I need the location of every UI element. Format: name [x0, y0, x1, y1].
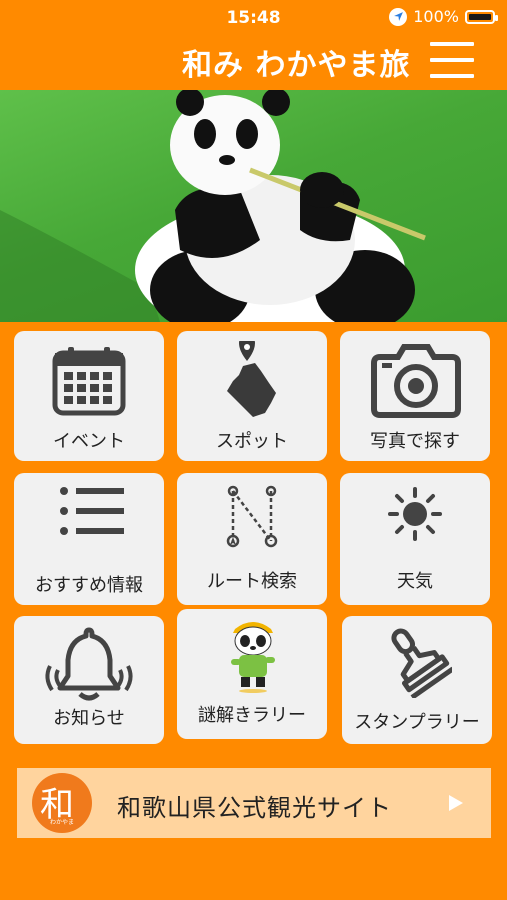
wakayama-logo: 和 わかやま — [32, 773, 92, 833]
route-search-label: ルート検索 — [207, 571, 297, 592]
stamp-rally-label: スタンプラリー — [354, 712, 480, 733]
stamp-icon — [391, 628, 452, 698]
battery-percent: 100% — [413, 7, 459, 26]
event-button[interactable]: イベント — [14, 331, 164, 461]
logo-subtext: わかやま — [50, 819, 75, 826]
official-site-label: 和歌山県公式観光サイト — [117, 794, 392, 822]
mystery-rally-button[interactable]: 謎解きラリー — [177, 609, 327, 739]
hero-panda-image — [0, 90, 507, 322]
map-pin-icon — [227, 341, 276, 417]
event-label: イベント — [53, 431, 125, 452]
calendar-icon — [52, 347, 126, 416]
battery-icon — [465, 9, 498, 24]
notice-button[interactable]: お知らせ — [14, 616, 164, 744]
spot-label: スポット — [216, 431, 288, 452]
notice-label: お知らせ — [53, 708, 125, 729]
recommend-button[interactable]: おすすめ情報 — [14, 473, 164, 605]
menu-hamburger-icon[interactable] — [430, 42, 474, 82]
recommend-label: おすすめ情報 — [35, 575, 143, 596]
route-icon — [226, 485, 278, 548]
bell-icon — [45, 627, 133, 701]
official-site-banner[interactable]: 和 わかやま 和歌山県公式観光サイト — [17, 768, 491, 838]
list-icon — [60, 487, 124, 535]
status-right: 100% — [389, 7, 498, 26]
photo-search-button[interactable]: 写真で探す — [340, 331, 490, 461]
panda-mascot-icon — [231, 622, 275, 693]
camera-icon — [371, 344, 461, 418]
mystery-rally-label: 謎解きラリー — [198, 705, 306, 726]
app-title: 和み わかやま旅 — [182, 48, 411, 83]
sun-icon — [388, 487, 442, 541]
weather-button[interactable]: 天気 — [340, 473, 490, 605]
weather-label: 天気 — [397, 571, 433, 592]
play-arrow-icon — [449, 795, 463, 811]
stamp-rally-button[interactable]: スタンプラリー — [342, 616, 492, 744]
photo-search-label: 写真で探す — [370, 431, 460, 452]
app-screen: 15:48 100% 和み わかやま旅 イベント スポット 写真で探す おすすめ… — [0, 0, 507, 900]
spot-button[interactable]: スポット — [177, 331, 327, 461]
status-bar: 15:48 100% — [0, 0, 507, 36]
location-icon — [389, 7, 408, 26]
route-search-button[interactable]: ルート検索 — [177, 473, 327, 605]
panda-illustration — [0, 90, 426, 322]
